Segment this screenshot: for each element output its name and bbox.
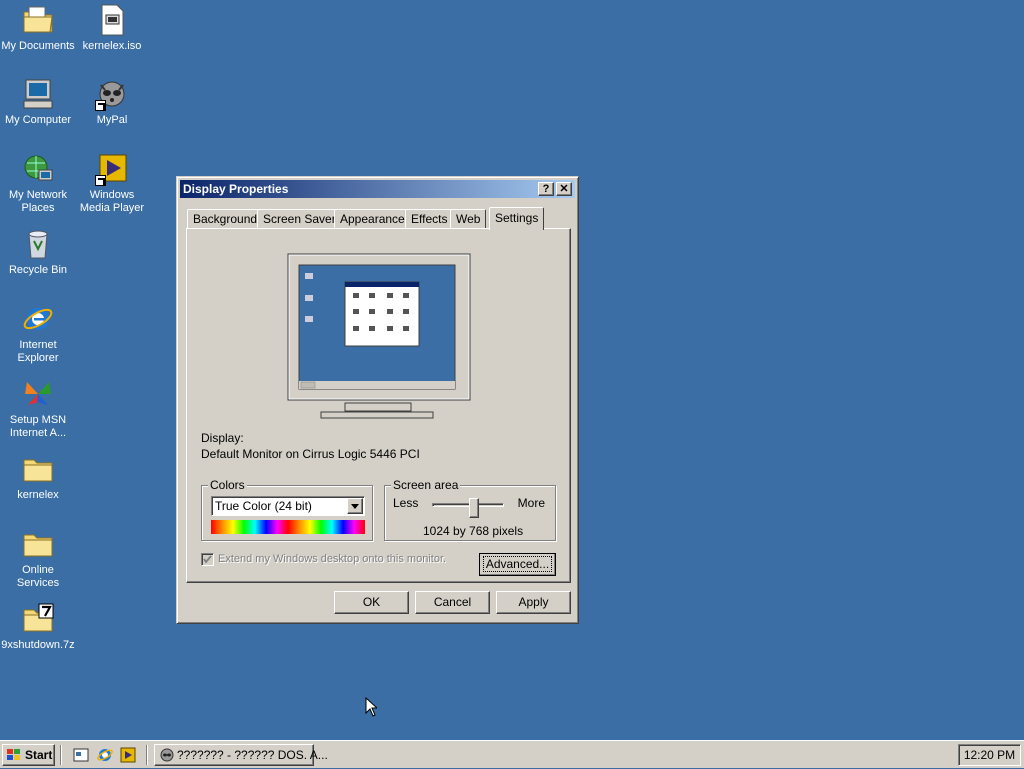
recycle-bin-icon xyxy=(21,227,55,261)
apply-button[interactable]: Apply xyxy=(496,591,571,614)
desktop-icon-label: 9xshutdown.7z xyxy=(1,639,75,651)
desktop-icon-label: Internet Explorer xyxy=(17,339,59,364)
display-value: Default Monitor on Cirrus Logic 5446 PCI xyxy=(201,447,420,461)
tab-web[interactable]: Web xyxy=(450,209,487,228)
extend-desktop-checkbox[interactable]: Extend my Windows desktop onto this moni… xyxy=(201,552,451,568)
extend-desktop-label: Extend my Windows desktop onto this moni… xyxy=(218,553,447,565)
colors-select[interactable]: True Color (24 bit) xyxy=(211,496,365,516)
colors-selected-value: True Color (24 bit) xyxy=(215,499,312,513)
colors-legend: Colors xyxy=(208,478,247,492)
less-label: Less xyxy=(393,496,419,510)
advanced-label: Advanced... xyxy=(482,556,553,572)
folder-documents-icon xyxy=(21,3,55,37)
media-player-icon xyxy=(95,152,129,186)
desktop-icon-label: MyPal xyxy=(96,114,128,126)
taskbar-separator xyxy=(60,745,62,765)
start-label: Start xyxy=(25,748,53,762)
mypal-raccoon-icon xyxy=(95,77,129,111)
tab-effects[interactable]: Effects xyxy=(405,209,454,228)
desktop-icon-label: My Documents xyxy=(1,40,75,52)
desktop-icon-label: kernelex xyxy=(17,489,59,501)
desktop-icon-label: My Computer xyxy=(4,114,72,126)
dialog-titlebar[interactable]: Display Properties ? ✕ xyxy=(180,180,575,198)
taskbar: Start ??????? - ?????? DOS. A... 12:20 P… xyxy=(0,740,1024,768)
desktop-icon-kernelex-folder[interactable]: kernelex xyxy=(0,452,76,502)
monitor-preview xyxy=(287,253,473,425)
start-button[interactable]: Start xyxy=(2,744,55,766)
more-label: More xyxy=(517,496,545,510)
task-button-mypal[interactable]: ??????? - ?????? DOS. A... xyxy=(154,744,328,766)
desktop-icon-my-network-places[interactable]: My Network Places xyxy=(0,152,76,215)
cancel-button[interactable]: Cancel xyxy=(415,591,490,614)
screen-area-group: Screen area Less More 1024 by 768 pixels xyxy=(384,478,556,541)
desktop-icon-kernelex-iso[interactable]: kernelex.iso xyxy=(74,3,150,53)
taskbar-separator xyxy=(146,745,148,765)
close-button[interactable]: ✕ xyxy=(556,182,572,196)
desktop-icon-label: Setup MSN Internet A... xyxy=(9,414,67,439)
media-player-icon[interactable] xyxy=(119,746,137,764)
desktop-icon-setup-msn[interactable]: Setup MSN Internet A... xyxy=(0,377,76,440)
desktop-icon-label: Windows Media Player xyxy=(79,189,145,214)
slider-track xyxy=(432,503,504,507)
dialog-title: Display Properties xyxy=(183,182,289,196)
resolution-slider[interactable] xyxy=(432,498,504,522)
screen-area-legend: Screen area xyxy=(391,478,461,492)
desktop-icon-mypal[interactable]: MyPal xyxy=(74,77,150,127)
tab-background[interactable]: Background xyxy=(187,209,264,228)
desktop-icon-recycle-bin[interactable]: Recycle Bin xyxy=(0,227,76,277)
colors-group: Colors True Color (24 bit) xyxy=(201,478,373,541)
folder-icon xyxy=(21,452,55,486)
desktop-icon-label: Recycle Bin xyxy=(8,264,68,276)
desktop-icon-label: Online Services xyxy=(16,564,60,589)
computer-icon xyxy=(21,77,55,111)
desktop-icon-my-documents[interactable]: My Documents xyxy=(0,3,76,53)
display-label: Display: xyxy=(201,431,244,445)
tab-appearance[interactable]: Appearance xyxy=(334,209,411,228)
color-spectrum-bar xyxy=(211,520,365,534)
desktop-icon-internet-explorer[interactable]: Internet Explorer xyxy=(0,302,76,365)
desktop-icon-9xshutdown-7z[interactable]: 9xshutdown.7z xyxy=(0,602,76,652)
mypal-raccoon-icon xyxy=(159,747,175,763)
chevron-down-icon[interactable] xyxy=(347,498,363,514)
network-globe-icon xyxy=(21,152,55,186)
task-button-label: ??????? - ?????? DOS. A... xyxy=(177,748,328,762)
windows-logo-icon xyxy=(6,748,22,762)
slider-thumb[interactable] xyxy=(469,498,480,518)
internet-explorer-icon[interactable] xyxy=(96,746,114,764)
show-desktop-icon[interactable] xyxy=(72,746,90,764)
checkmark-icon xyxy=(203,555,212,564)
desktop-icon-label: My Network Places xyxy=(8,189,68,214)
settings-panel: Display: Default Monitor on Cirrus Logic… xyxy=(186,228,571,583)
resolution-value: 1024 by 768 pixels xyxy=(423,524,524,538)
folder-icon xyxy=(21,527,55,561)
display-properties-dialog: Display Properties ? ✕ Background Screen… xyxy=(176,176,579,624)
tab-settings[interactable]: Settings xyxy=(489,207,545,230)
mouse-cursor-icon xyxy=(365,696,379,717)
help-button[interactable]: ? xyxy=(538,182,554,196)
archive-7z-icon xyxy=(21,602,55,636)
clock[interactable]: 12:20 PM xyxy=(964,748,1015,762)
msn-butterfly-icon xyxy=(21,377,55,411)
internet-explorer-icon xyxy=(21,302,55,336)
desktop-icon-windows-media-player[interactable]: Windows Media Player xyxy=(74,152,150,215)
desktop-icon-label: kernelex.iso xyxy=(82,40,142,52)
ok-button[interactable]: OK xyxy=(334,591,409,614)
desktop-icon-online-services[interactable]: Online Services xyxy=(0,527,76,590)
checkbox-box[interactable] xyxy=(201,553,214,566)
tab-screen-saver[interactable]: Screen Saver xyxy=(257,209,342,228)
advanced-button[interactable]: Advanced... xyxy=(479,553,556,576)
system-tray: 12:20 PM xyxy=(958,744,1021,766)
iso-file-icon xyxy=(95,3,129,37)
desktop-icon-my-computer[interactable]: My Computer xyxy=(0,77,76,127)
